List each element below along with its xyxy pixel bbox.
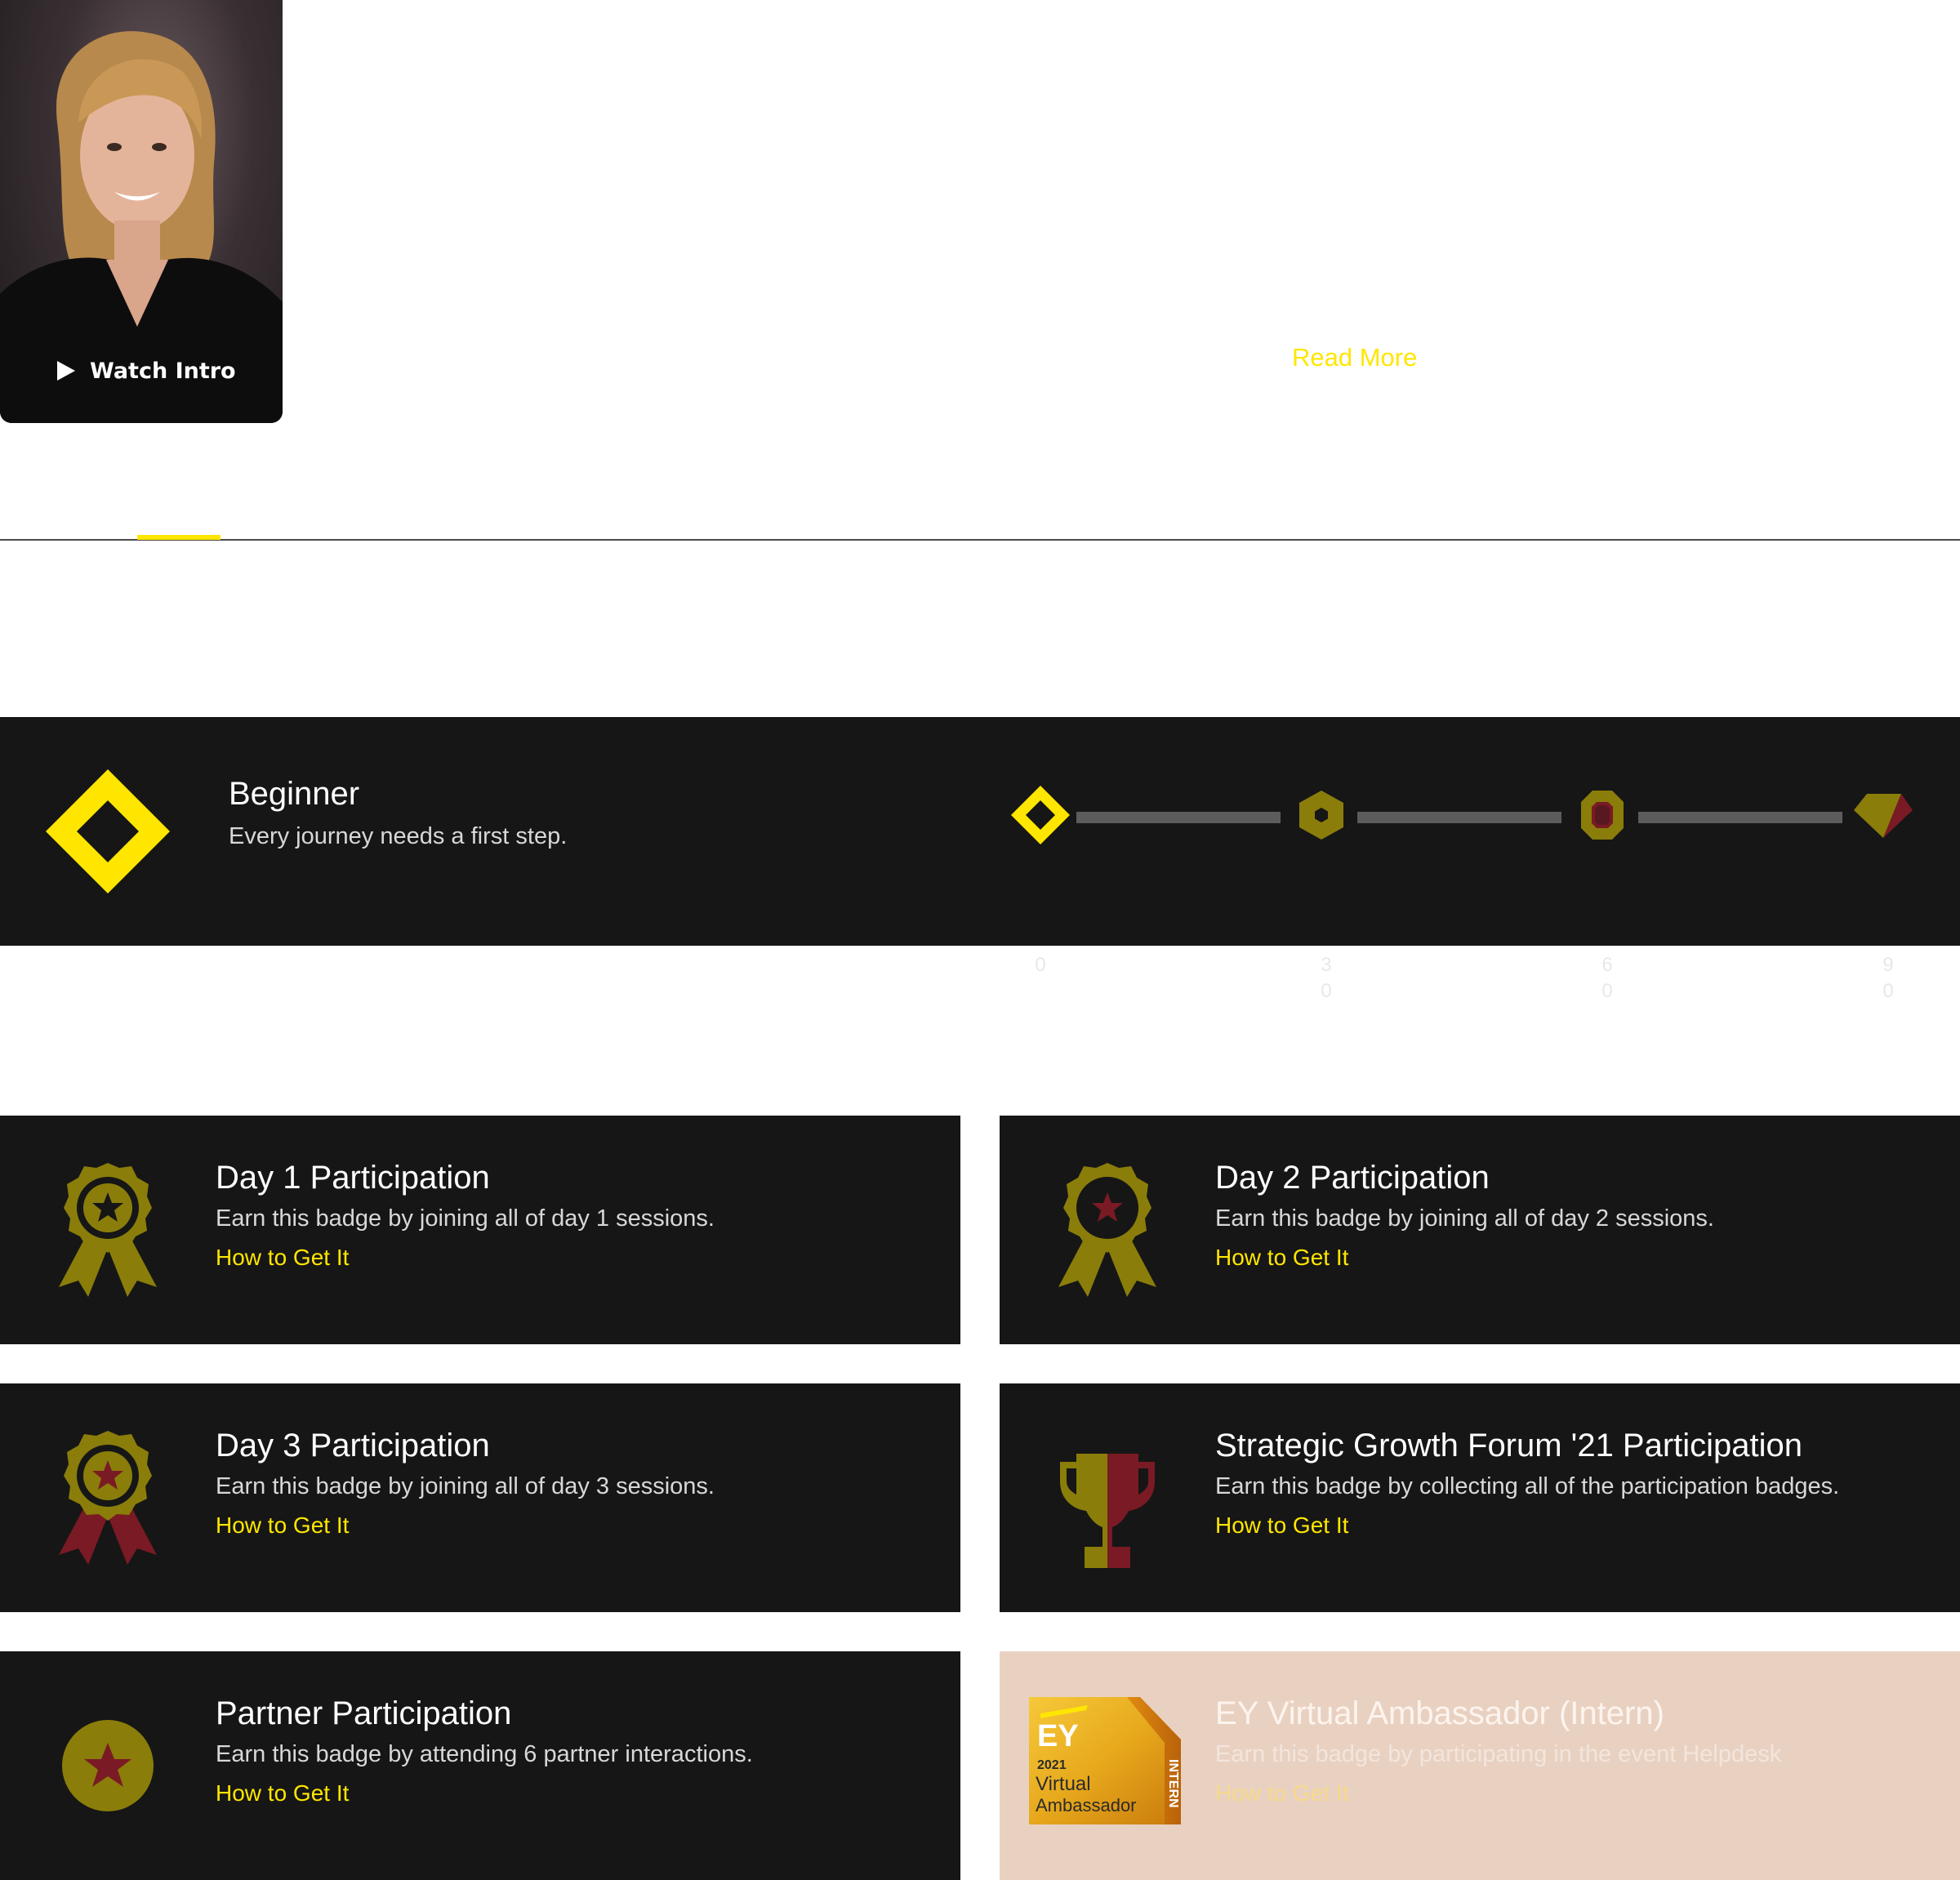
- ribbon-medal-icon: [59, 1163, 157, 1297]
- badge-card-day-1: Day 1 Participation Earn this badge by j…: [0, 1116, 960, 1344]
- svg-text:Virtual: Virtual: [1036, 1773, 1091, 1795]
- star-coin-icon: [62, 1720, 154, 1811]
- how-to-get-it-link[interactable]: How to Get It: [216, 1780, 349, 1806]
- milestone-label: 90: [1882, 954, 1894, 1002]
- active-tab-indicator: [137, 535, 220, 540]
- octagon-milestone-icon: [1581, 791, 1624, 840]
- badge-description: Earn this badge by collecting all of the…: [1215, 1473, 1840, 1499]
- level-banner: Beginner Every journey needs a first ste…: [0, 717, 1960, 1002]
- svg-text:EY: EY: [1037, 1719, 1079, 1753]
- badge-title: Day 1 Participation: [216, 1160, 490, 1196]
- read-more-link[interactable]: Read More: [1292, 343, 1417, 372]
- badge-title: Day 3 Participation: [216, 1428, 490, 1463]
- svg-text:2021: 2021: [1037, 1758, 1067, 1772]
- progress-segment: [1076, 812, 1281, 823]
- trophy-icon: [1060, 1454, 1155, 1568]
- gem-milestone-icon: [1854, 794, 1913, 838]
- badge-card-ey-virtual-ambassador: EY 2021 Virtual Ambassador INTERN EY Vir…: [1000, 1651, 1960, 1880]
- badge-description: Earn this badge by joining all of day 3 …: [216, 1473, 715, 1499]
- speaker-video-card[interactable]: Watch Intro: [0, 0, 283, 423]
- play-icon: [57, 361, 75, 381]
- svg-text:Ambassador: Ambassador: [1036, 1795, 1137, 1815]
- how-to-get-it-link[interactable]: How to Get It: [216, 1245, 349, 1271]
- level-title: Beginner: [229, 776, 360, 812]
- how-to-get-it-link[interactable]: How to Get It: [1215, 1780, 1348, 1806]
- how-to-get-it-link[interactable]: How to Get It: [1215, 1512, 1348, 1539]
- hexagon-milestone-icon: [1299, 791, 1343, 840]
- badge-title: Partner Participation: [216, 1695, 512, 1731]
- badge-description: Earn this badge by joining all of day 2 …: [1215, 1205, 1714, 1232]
- badge-title: Day 2 Participation: [1215, 1160, 1490, 1196]
- ribbon-medal-icon: [1058, 1163, 1156, 1297]
- badge-card-day-3: Day 3 Participation Earn this badge by j…: [0, 1383, 960, 1612]
- how-to-get-it-link[interactable]: How to Get It: [216, 1512, 349, 1539]
- badge-card-day-2: Day 2 Participation Earn this badge by j…: [1000, 1116, 1960, 1344]
- progress-segment: [1357, 812, 1561, 823]
- svg-text:INTERN: INTERN: [1166, 1759, 1180, 1808]
- tab-divider: [0, 539, 1960, 541]
- progress-segment: [1638, 812, 1842, 823]
- badge-card-strategic-growth-forum: Strategic Growth Forum '21 Participation…: [1000, 1383, 1960, 1612]
- level-subtitle: Every journey needs a first step.: [229, 823, 568, 849]
- badge-title: EY Virtual Ambassador (Intern): [1215, 1695, 1664, 1731]
- badge-title: Strategic Growth Forum '21 Participation: [1215, 1428, 1803, 1463]
- ey-ambassador-badge-icon: EY 2021 Virtual Ambassador INTERN: [1029, 1697, 1181, 1824]
- level-progress-track: 0 30 60 90: [1004, 782, 1919, 1002]
- badge-description: Earn this badge by joining all of day 1 …: [216, 1205, 715, 1232]
- milestone-label: 60: [1601, 954, 1613, 1002]
- badge-description: Earn this badge by participating in the …: [1215, 1741, 1782, 1767]
- diamond-milestone-icon: [1011, 786, 1070, 844]
- ribbon-medal-icon: [59, 1431, 157, 1565]
- how-to-get-it-link[interactable]: How to Get It: [1215, 1245, 1348, 1271]
- milestone-label: 30: [1321, 954, 1332, 1002]
- watch-intro-button[interactable]: Watch Intro: [57, 353, 236, 389]
- badge-description: Earn this badge by attending 6 partner i…: [216, 1741, 753, 1767]
- watch-intro-label: Watch Intro: [90, 358, 236, 384]
- milestone-label: 0: [1035, 954, 1046, 976]
- diamond-level-icon: [46, 769, 170, 893]
- badge-card-partner-participation: Partner Participation Earn this badge by…: [0, 1651, 960, 1880]
